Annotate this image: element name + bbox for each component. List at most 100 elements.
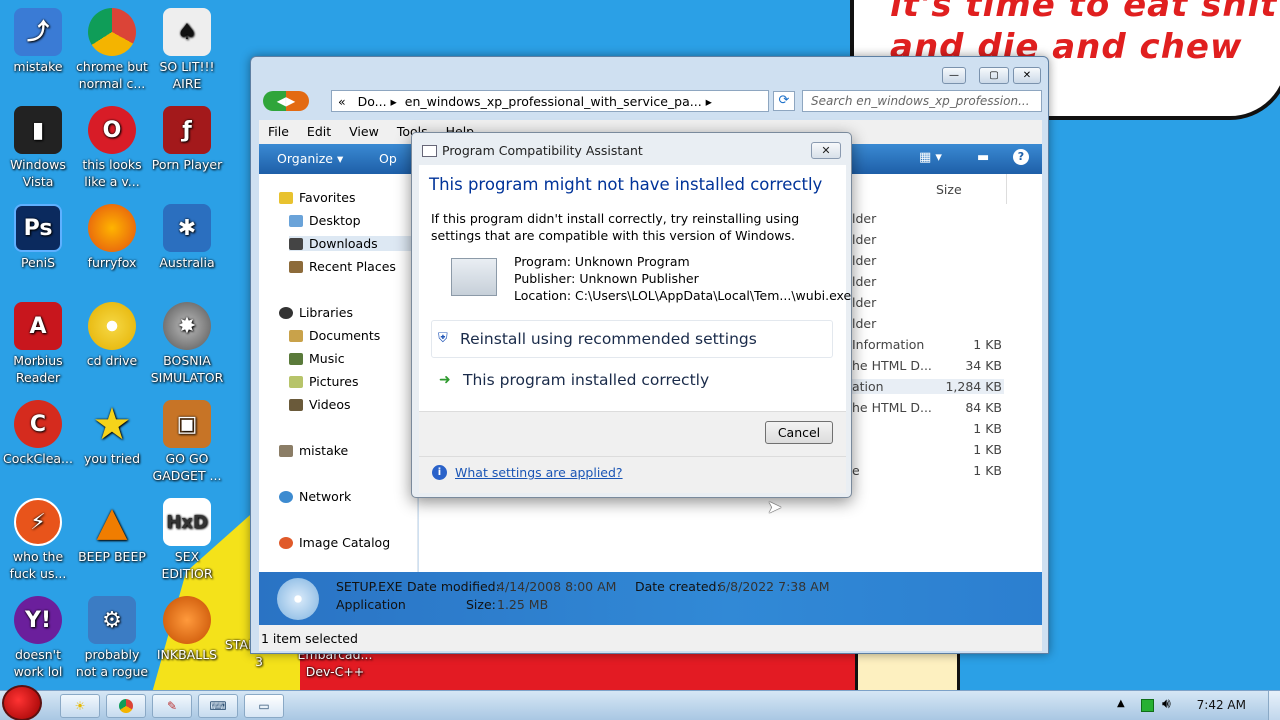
address-bar[interactable]: « Do... ▸ en_windows_xp_professional_wit… <box>331 90 769 112</box>
desktop-icon-opera[interactable]: Othis looks like a v... <box>74 106 150 190</box>
desktop-icon-porn-player[interactable]: ƒ Porn Player <box>149 106 225 173</box>
nav-desktop[interactable]: Desktop <box>289 213 361 228</box>
opera-icon: O <box>88 106 136 154</box>
refresh-icon[interactable]: ⟳ <box>773 91 795 111</box>
nav-favorites[interactable]: Favorites <box>279 190 355 205</box>
desktop-icon-doesnt-work[interactable]: Y! doesn't work lol <box>0 596 76 680</box>
desktop-icon-label: SEX EDITIOR <box>161 549 213 581</box>
file-row-size: 1 KB <box>973 337 1002 352</box>
file-row[interactable]: lder <box>852 274 1172 289</box>
settings-applied-link[interactable]: What settings are applied? <box>455 465 623 480</box>
desktop-icon-chrome[interactable]: chrome but normal c... <box>74 8 150 92</box>
dialog-close-button[interactable]: ✕ <box>811 142 841 159</box>
breadcrumb-item[interactable]: en_windows_xp_professional_with_service_… <box>405 94 702 109</box>
open-button[interactable]: Op <box>379 151 397 166</box>
nav-mistake[interactable]: mistake <box>279 443 348 458</box>
taskbar-compatibility-icon[interactable]: ▭ <box>244 694 284 718</box>
desktop-icon-solit[interactable]: ♠ SO LIT!!! AIRE <box>149 8 225 92</box>
desktop-icon-label: SO LIT!!! AIRE <box>159 59 215 91</box>
desktop-icon-label: cd drive <box>86 353 138 368</box>
desktop-icon-australia[interactable]: ✱ Australia <box>149 204 225 271</box>
maximize-button[interactable]: ▢ <box>979 67 1009 84</box>
settings-gears-icon: ⚙ <box>88 596 136 644</box>
show-desktop-button[interactable] <box>1268 691 1280 720</box>
desktop-icon-windows-vista[interactable]: ▮ Windows Vista <box>0 106 76 190</box>
reinstall-option[interactable]: ⛨ Reinstall using recommended settings <box>431 320 833 358</box>
breadcrumb-item[interactable]: Do... <box>358 94 387 109</box>
taskbar-app-icon[interactable]: ☀ <box>60 694 100 718</box>
desktop-icon-beep-beep[interactable]: ▲ BEEP BEEP <box>74 498 150 565</box>
detail-created-label: Date created: <box>635 579 721 594</box>
recent-places-icon <box>289 260 303 273</box>
menu-view[interactable]: View <box>340 120 388 139</box>
close-button[interactable]: ✕ <box>1013 67 1041 84</box>
file-row[interactable]: lder <box>852 211 1172 226</box>
file-row[interactable]: lder <box>852 316 1172 331</box>
volume-icon[interactable]: 🔊︎ <box>1162 696 1171 712</box>
desktop-icon-who-the[interactable]: ⚡ who the fuck us... <box>0 498 76 582</box>
dialog-heading: This program might not have installed co… <box>429 175 823 194</box>
detail-size-label: Size: <box>466 597 496 612</box>
clock[interactable]: 7:42 AM <box>1197 698 1246 712</box>
desktop-icon-cd-drive[interactable]: cd drive <box>74 302 150 369</box>
nav-network[interactable]: Network <box>279 489 351 504</box>
desktop-icon-label: this looks like a v... <box>82 157 142 189</box>
file-row[interactable]: Information 1 KB <box>852 337 1172 352</box>
desktop-icon-inkballs[interactable]: INKBALLS <box>149 596 225 663</box>
file-row[interactable]: e1 KB <box>852 463 1172 478</box>
back-forward-icon[interactable]: ◀▶ <box>263 91 309 111</box>
help-icon[interactable]: ? <box>1013 149 1029 165</box>
file-row[interactable]: he HTML D... 34 KB <box>852 358 1172 373</box>
desktop-icon-you-tried[interactable]: ★ you tried <box>74 400 150 467</box>
nav-label: Recent Places <box>309 259 396 274</box>
setup-app-icon <box>277 578 319 620</box>
nav-videos[interactable]: Videos <box>289 397 351 412</box>
nav-music[interactable]: Music <box>289 351 345 366</box>
nav-image-catalog[interactable]: Image Catalog <box>279 535 390 550</box>
installed-correctly-option[interactable]: ➜ This program installed correctly <box>431 362 833 400</box>
desktop-icon-probably-not-rogue[interactable]: ⚙ probably not a rogue <box>74 596 150 680</box>
menu-edit[interactable]: Edit <box>298 120 340 139</box>
nav-libraries[interactable]: Libraries <box>279 305 353 320</box>
desktop-icon-bosnia[interactable]: ✸ BOSNIA SIMULATOR <box>149 302 225 386</box>
taskbar-chrome-icon[interactable] <box>106 694 146 718</box>
ink-ball-icon <box>163 596 211 644</box>
organize-button[interactable]: Organize ▾ <box>277 151 343 166</box>
nav-recent-places[interactable]: Recent Places <box>289 259 396 274</box>
desktop-icon-sex-editior[interactable]: HxD SEX EDITIOR <box>149 498 225 582</box>
address-overflow-chevron[interactable]: « <box>338 94 346 109</box>
desktop-icon-go-go-gadget[interactable]: ▣ GO GO GADGET ... <box>149 400 225 484</box>
desktop-icon-penis[interactable]: Ps PeniS <box>0 204 76 271</box>
minimize-button[interactable]: — <box>942 67 966 84</box>
desktop-icon-furryfox[interactable]: furryfox <box>74 204 150 271</box>
cancel-button[interactable]: Cancel <box>765 421 833 444</box>
start-button-angry-bird-icon[interactable] <box>2 685 42 720</box>
search-input[interactable]: Search en_windows_xp_profession... <box>802 90 1042 112</box>
desktop-icon-morbius-reader[interactable]: A Morbius Reader <box>0 302 76 386</box>
tray-green-icon[interactable] <box>1141 699 1154 712</box>
taskbar-keyboard-icon[interactable]: ⌨ <box>198 694 238 718</box>
nav-label: mistake <box>299 443 349 458</box>
view-options-icon[interactable]: ▦ ▾ <box>919 150 942 165</box>
preview-pane-icon[interactable]: ▬ <box>977 150 989 165</box>
file-row[interactable]: he HTML D... 84 KB <box>852 400 1172 415</box>
taskbar-paint-icon[interactable]: ✎ <box>152 694 192 718</box>
nav-label: Desktop <box>309 213 361 228</box>
flash-icon: ƒ <box>163 106 211 154</box>
file-row[interactable]: lder <box>852 253 1172 268</box>
nav-label: Network <box>299 489 352 504</box>
desktop-icon-label: mistake <box>13 59 63 74</box>
file-row[interactable]: lder <box>852 295 1172 310</box>
column-size-header[interactable]: Size <box>936 182 962 197</box>
file-row-selected[interactable]: ation 1,284 KB <box>852 379 1004 394</box>
sun-icon: ☀ <box>74 699 86 713</box>
menu-file[interactable]: File <box>259 120 298 139</box>
show-hidden-icons-icon[interactable]: ▲ <box>1117 698 1125 709</box>
nav-documents[interactable]: Documents <box>289 328 380 343</box>
nav-downloads[interactable]: Downloads <box>289 236 419 251</box>
nav-pictures[interactable]: Pictures <box>289 374 359 389</box>
file-row[interactable]: lder <box>852 232 1172 247</box>
desktop-icon-mistake[interactable]: ⤴ mistake <box>0 8 76 75</box>
desktop-icon-ccleaner[interactable]: C CockClea... <box>0 400 76 467</box>
photoshop-icon: Ps <box>14 204 62 252</box>
